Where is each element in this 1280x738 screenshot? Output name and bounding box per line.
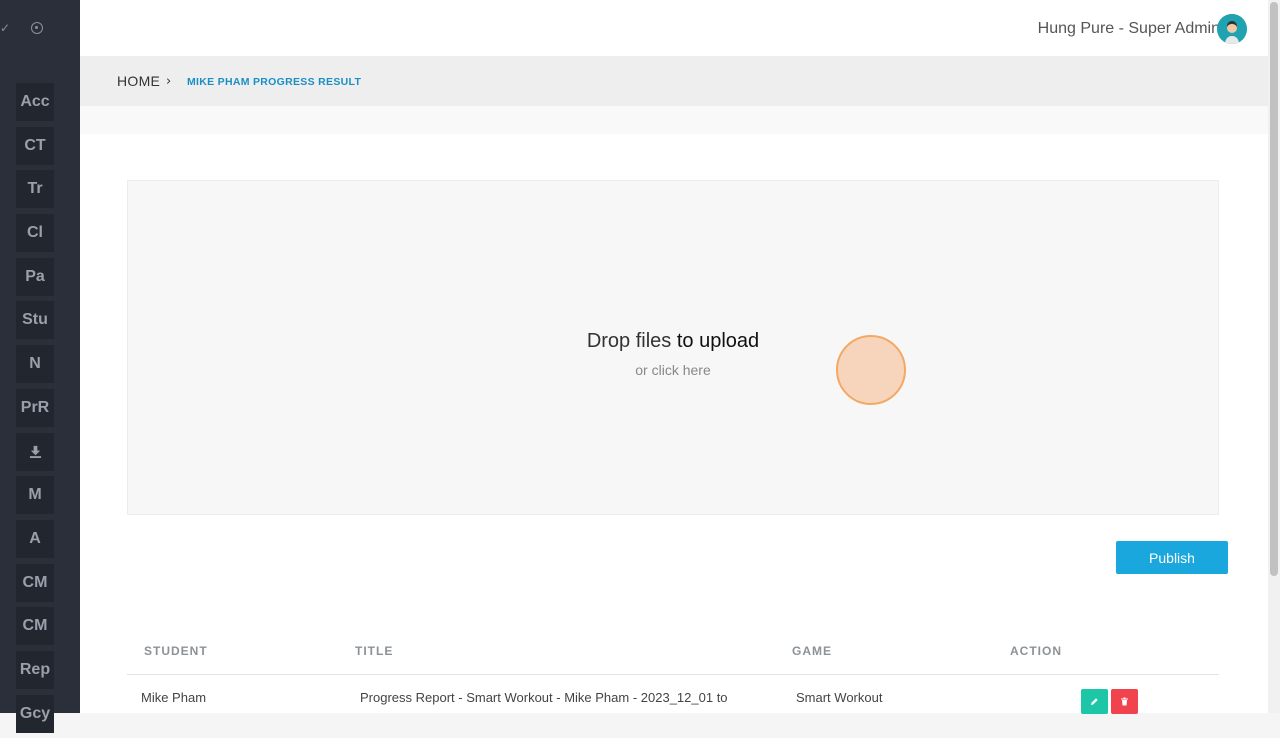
sidebar-item-a[interactable]: A <box>16 519 54 558</box>
sidebar-item-label: A <box>29 529 41 547</box>
table-header: STUDENT TITLE GAME ACTION <box>127 644 1219 675</box>
column-header-student: STUDENT <box>144 644 208 658</box>
cell-game: Smart Workout <box>796 690 883 705</box>
sidebar-item-label: CT <box>24 136 46 154</box>
column-header-title: TITLE <box>355 644 394 658</box>
avatar[interactable] <box>1217 14 1247 44</box>
dropzone-title-b: to upload <box>676 330 760 352</box>
delete-button[interactable] <box>1111 689 1138 714</box>
sidebar-item-label: Acc <box>20 93 50 110</box>
top-header: Hung Pure - Super Admin <box>80 0 1268 56</box>
sidebar-item-ct[interactable]: CT <box>16 126 54 165</box>
main-content: Drop files to upload or click here Publi… <box>80 134 1268 715</box>
trash-icon <box>1121 697 1128 706</box>
sidebar-item-label: PrR <box>20 398 50 416</box>
dropzone-title-a: Drop files <box>586 330 672 352</box>
breadcrumb-home[interactable]: HOME <box>117 73 160 89</box>
sidebar-item-label: Tr <box>27 180 43 198</box>
file-dropzone[interactable]: Drop files to upload or click here <box>127 180 1219 515</box>
sidebar-item-label: CM <box>22 573 48 591</box>
sidebar-item-label: Rep <box>19 660 51 678</box>
sidebar-item-label: Pa <box>25 267 45 285</box>
sidebar-item-gcy[interactable]: Gcy <box>16 694 54 733</box>
page-scrollbar[interactable] <box>1268 0 1280 713</box>
sidebar-item-cm-1[interactable]: CM <box>16 563 54 602</box>
sidebar-item-label: N <box>29 355 41 373</box>
breadcrumb-current: MIKE PHAM PROGRESS RESULT <box>187 76 362 88</box>
breadcrumb: HOME › MIKE PHAM PROGRESS RESULT <box>80 56 1268 106</box>
sidebar-item-n[interactable]: N <box>16 345 54 384</box>
sidebar-item-download[interactable] <box>16 432 54 471</box>
sidebar-item-tr[interactable]: Tr <box>16 170 54 209</box>
download-icon <box>29 445 41 458</box>
cell-title: Progress Report - Smart Workout - Mike P… <box>360 690 728 705</box>
sidebar-item-label: CM <box>22 617 48 635</box>
click-indicator <box>836 335 906 405</box>
chevron-right-icon: › <box>166 74 172 89</box>
content-spacer <box>80 106 1268 134</box>
sidebar-item-label: M <box>28 486 42 504</box>
edit-button[interactable] <box>1081 689 1108 714</box>
cell-student: Mike Pham <box>141 690 207 705</box>
sidebar-item-acc[interactable]: Acc <box>16 83 54 121</box>
sidebar-item-label: Gcy <box>19 704 51 722</box>
dropzone-title: Drop files to upload <box>128 330 1218 353</box>
sidebar-item-label: Stu <box>22 311 48 329</box>
user-avatar-icon <box>1217 14 1247 44</box>
sidebar-menu: Acc CT Tr Cl Pa Stu N PrR M A CM CM Rep … <box>16 83 54 738</box>
collapse-icon[interactable]: ✓ <box>0 21 10 35</box>
sidebar-item-label: Cl <box>27 224 43 242</box>
radio-target-icon[interactable] <box>31 22 43 34</box>
column-header-action: ACTION <box>1010 644 1062 658</box>
sidebar-item-prr[interactable]: PrR <box>16 388 54 427</box>
pencil-icon <box>1091 698 1098 705</box>
scrollbar-thumb[interactable] <box>1270 2 1278 576</box>
sidebar-item-m[interactable]: M <box>16 476 54 515</box>
sidebar-item-cl[interactable]: Cl <box>16 214 54 253</box>
dropzone-subtitle: or click here <box>635 362 711 378</box>
table-row: Mike Pham Progress Report - Smart Workou… <box>127 675 1219 715</box>
sidebar-header: ✓ <box>0 0 80 58</box>
sidebar-item-stu[interactable]: Stu <box>16 301 54 340</box>
user-name[interactable]: Hung Pure - Super Admin <box>1038 20 1220 38</box>
column-header-game: GAME <box>792 644 832 658</box>
sidebar-item-cm-2[interactable]: CM <box>16 607 54 646</box>
sidebar-item-rep[interactable]: Rep <box>16 650 54 689</box>
sidebar: ✓ Acc CT Tr Cl Pa Stu N PrR M A CM CM Re… <box>0 0 80 733</box>
publish-button[interactable]: Publish <box>1116 541 1228 574</box>
sidebar-item-pa[interactable]: Pa <box>16 257 54 296</box>
